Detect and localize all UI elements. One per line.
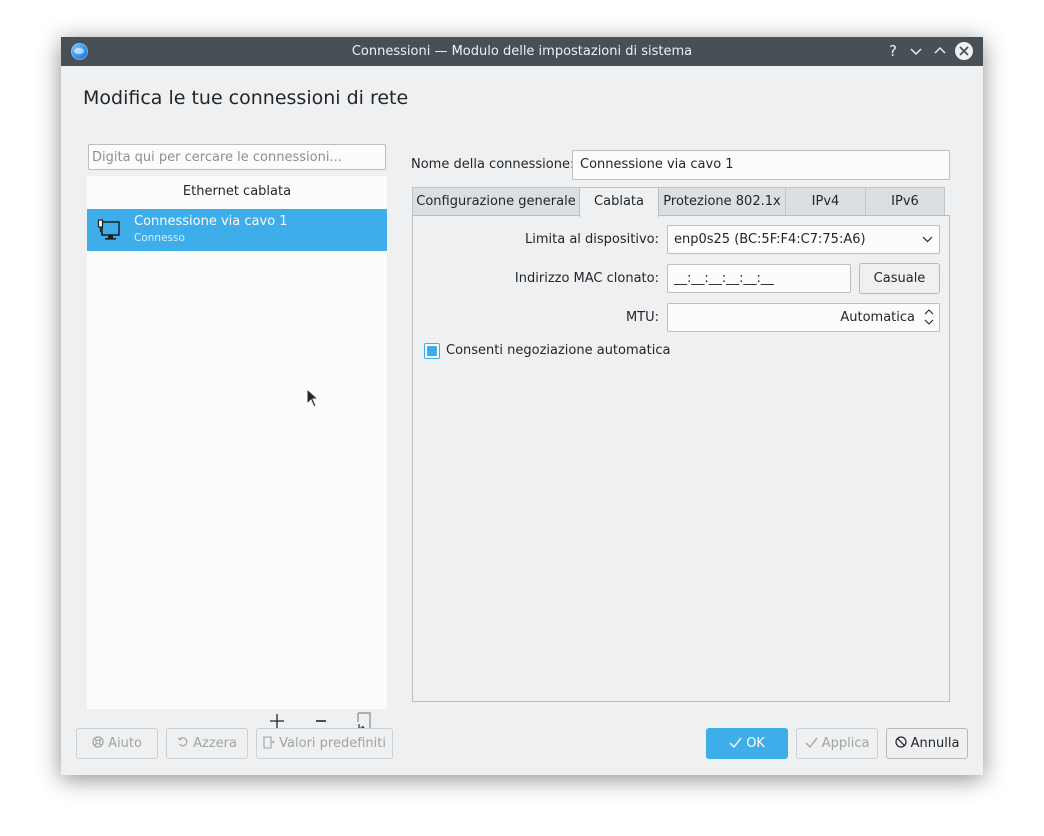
reset-button[interactable]: Azzera [166, 728, 248, 759]
window-title: Connessioni — Modulo delle impostazioni … [351, 44, 693, 59]
chevron-down-icon [910, 48, 922, 55]
chevron-up-icon [934, 47, 946, 54]
device-label: Limita al dispositivo: [525, 232, 659, 247]
tab-security-8021x[interactable]: Protezione 802.1x [658, 187, 786, 215]
close-icon [959, 46, 969, 56]
device-select[interactable]: enp0s25 (BC:5F:F4:C7:75:A6) [667, 225, 940, 254]
tab-general-config[interactable]: Configurazione generale [412, 187, 580, 215]
spin-arrows-icon[interactable] [923, 307, 935, 327]
reset-button-label: Azzera [193, 736, 237, 751]
cloned-mac-field[interactable]: __:__:__:__:__:__ [667, 264, 851, 293]
help-button[interactable]: Aiuto [76, 728, 158, 759]
settings-window: Connessioni — Modulo delle impostazioni … [61, 37, 983, 775]
checkmark-icon [805, 736, 822, 751]
help-titlebar-button[interactable]: ? [883, 41, 903, 61]
list-group-header: Ethernet cablata [182, 184, 292, 199]
plus-icon [270, 714, 284, 728]
chevron-down-icon [922, 226, 933, 263]
apply-button-label: Applica [821, 736, 870, 751]
search-input[interactable]: Digita qui per cercare le connessioni... [88, 144, 386, 170]
title-bar[interactable]: Connessioni — Modulo delle impostazioni … [61, 37, 983, 66]
tab-wired[interactable]: Cablata [579, 187, 659, 217]
connection-item-name: Connessione via cavo 1 [134, 214, 288, 229]
mtu-value: Automatica [840, 310, 915, 325]
random-mac-button[interactable]: Casuale [859, 263, 940, 294]
checkmark-icon [729, 736, 746, 751]
defaults-button-label: Valori predefiniti [279, 736, 386, 751]
ok-button-label: OK [746, 736, 765, 751]
mtu-label: MTU: [625, 310, 659, 325]
help-icon [92, 736, 108, 751]
connection-item-wired-1[interactable]: Connessione via cavo 1 Connesso [87, 209, 387, 251]
help-button-label: Aiuto [108, 736, 142, 751]
wired-network-icon [97, 219, 120, 240]
defaults-button[interactable]: Valori predefiniti [256, 728, 393, 759]
wired-tab-panel: Limita al dispositivo: enp0s25 (BC:5F:F4… [412, 215, 950, 702]
apply-button[interactable]: Applica [796, 728, 878, 759]
connection-name-label: Nome della connessione: [411, 157, 575, 172]
connection-item-status: Connesso [134, 232, 185, 244]
tab-ipv4[interactable]: IPv4 [785, 187, 866, 215]
cancel-button-label: Annulla [910, 736, 960, 751]
cancel-button[interactable]: Annulla [886, 728, 968, 759]
mtu-spinbox[interactable]: Automatica [667, 303, 940, 332]
minus-icon [316, 720, 326, 722]
minimize-button[interactable] [906, 41, 926, 61]
page-title: Modifica le tue connessioni di rete [83, 87, 409, 109]
maximize-button[interactable] [930, 41, 950, 61]
connection-name-field[interactable]: Connessione via cavo 1 [572, 150, 950, 180]
document-defaults-icon [263, 736, 279, 751]
connection-list: Ethernet cablata Connessione via cavo 1 … [87, 176, 387, 731]
ok-button[interactable]: OK [706, 728, 788, 759]
autoneg-label[interactable]: Consenti negoziazione automatica [446, 343, 670, 358]
undo-icon [177, 736, 193, 751]
autoneg-checkbox[interactable] [424, 343, 440, 359]
close-button[interactable] [955, 42, 973, 60]
cancel-icon [894, 736, 911, 751]
device-select-value: enp0s25 (BC:5F:F4:C7:75:A6) [674, 232, 866, 247]
mac-label: Indirizzo MAC clonato: [514, 271, 659, 286]
checkbox-check-icon [427, 346, 437, 356]
tab-ipv6[interactable]: IPv6 [865, 187, 945, 215]
